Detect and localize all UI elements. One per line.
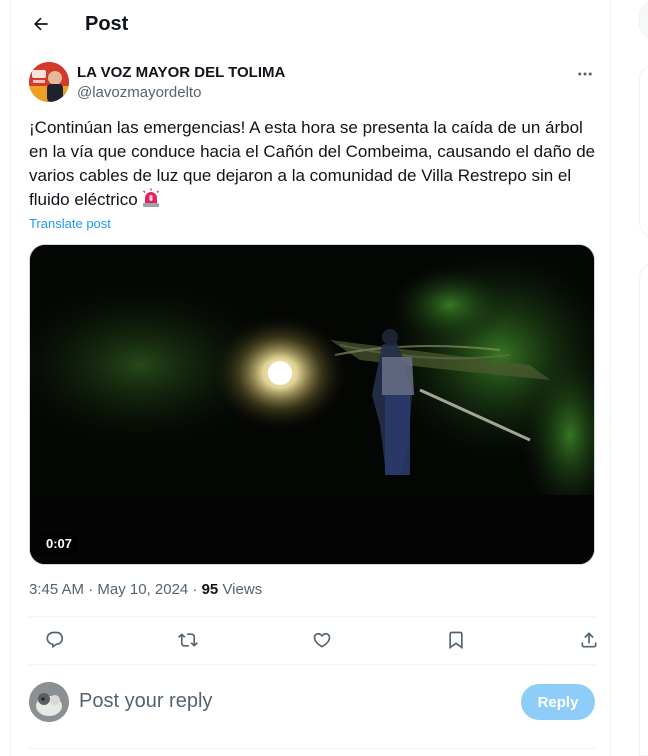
video-player[interactable]: 0:07 — [29, 244, 595, 565]
post-actions — [29, 616, 597, 664]
divider — [29, 664, 595, 665]
post-author: LA VOZ MAYOR DEL TOLIMA @lavozmayordelto — [29, 60, 599, 104]
reply-icon — [46, 631, 64, 648]
post-text: ¡Continúan las emergencias! A esta hora … — [29, 118, 596, 209]
more-dots-icon — [578, 72, 592, 76]
sidebar-card — [639, 64, 648, 238]
views-label: Views — [218, 581, 263, 598]
siren-icon — [142, 188, 159, 207]
back-button[interactable] — [25, 8, 57, 40]
post-meta: 3:45 AM · May 10, 2024 · 95 Views — [29, 580, 262, 600]
divider — [29, 748, 595, 749]
like-button[interactable] — [310, 628, 334, 652]
bookmark-icon — [449, 631, 463, 650]
author-avatar-image — [29, 62, 69, 102]
reply-composer: Reply — [29, 680, 595, 724]
video-duration: 0:07 — [40, 534, 79, 554]
arrow-left-icon — [33, 17, 48, 31]
post-body: ¡Continúan las emergencias! A esta hora … — [29, 116, 599, 212]
repost-icon — [178, 633, 198, 647]
author-handle[interactable]: @lavozmayordelto — [77, 84, 201, 102]
more-options-button[interactable] — [571, 62, 599, 86]
translate-post-link[interactable]: Translate post — [29, 216, 111, 232]
video-frame — [30, 245, 594, 564]
sidebar-card — [639, 262, 648, 756]
right-sidebar — [611, 0, 648, 756]
views-count: 95 — [201, 581, 219, 598]
page-header: Post — [11, 0, 611, 48]
like-icon — [313, 632, 331, 648]
user-avatar-image — [29, 682, 69, 722]
bookmark-button[interactable] — [444, 628, 468, 652]
sidebar-search-box[interactable] — [639, 0, 648, 40]
reply-button[interactable] — [43, 628, 67, 652]
author-avatar[interactable] — [29, 62, 69, 102]
post-timestamp[interactable]: 3:45 AM · May 10, 2024 · — [29, 581, 202, 598]
share-icon — [581, 632, 597, 648]
reply-submit-button[interactable]: Reply — [521, 684, 595, 720]
repost-button[interactable] — [176, 628, 200, 652]
author-name[interactable]: LA VOZ MAYOR DEL TOLIMA — [77, 64, 285, 82]
main-column: Post LA VOZ MAYOR DEL TOLIMA @lavozmayor… — [10, 0, 611, 756]
reply-input[interactable] — [79, 688, 459, 714]
share-button[interactable] — [577, 628, 601, 652]
page-title: Post — [85, 13, 129, 35]
user-avatar[interactable] — [29, 682, 69, 722]
